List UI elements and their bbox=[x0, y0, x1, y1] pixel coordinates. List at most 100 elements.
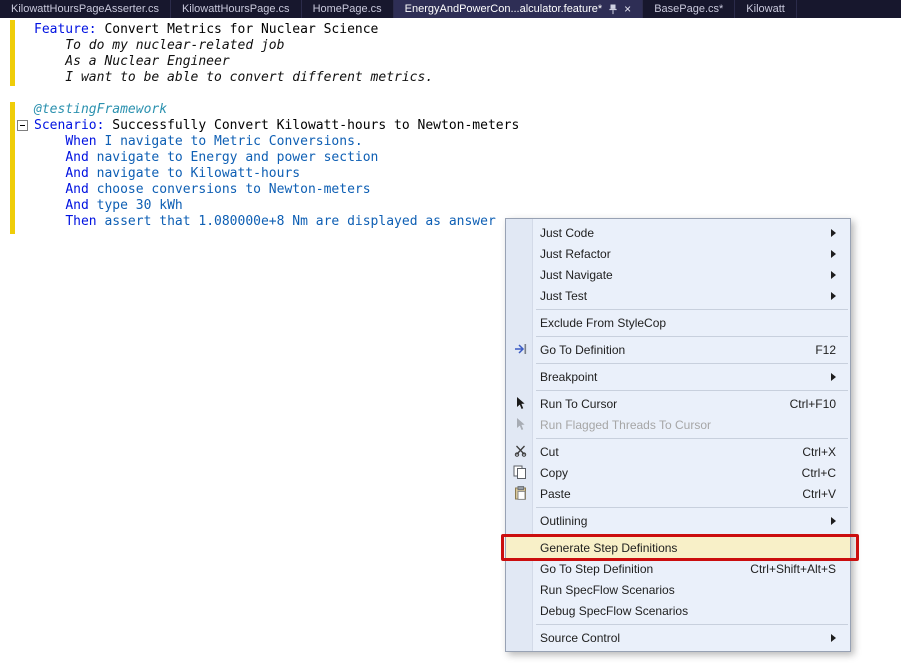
code-segment: Then bbox=[65, 214, 96, 229]
menu-item-exclude-from-stylecop[interactable]: Exclude From StyleCop bbox=[506, 312, 850, 333]
code-line: Scenario: Successfully Convert Kilowatt-… bbox=[34, 118, 519, 134]
menu-item-label: Go To Step Definition bbox=[540, 562, 653, 576]
paste-icon bbox=[512, 486, 528, 501]
change-tracking-bar bbox=[10, 20, 15, 86]
code-segment: When bbox=[65, 134, 96, 149]
close-icon[interactable]: × bbox=[624, 3, 631, 15]
menu-item-run-to-cursor[interactable]: Run To Cursor Ctrl+F10 bbox=[506, 393, 850, 414]
code-segment: I navigate to Metric Conversions. bbox=[97, 134, 363, 149]
change-tracking-bar bbox=[10, 102, 15, 234]
menu-item-source-control[interactable]: Source Control bbox=[506, 627, 850, 648]
code-line: When I navigate to Metric Conversions. bbox=[34, 134, 519, 150]
tab-label: Kilowatt bbox=[746, 3, 785, 15]
menu-item-go-to-definition[interactable]: Go To DefinitionF12 bbox=[506, 339, 850, 360]
menu-item-label: Run To Cursor bbox=[540, 397, 617, 411]
menu-item-generate-step-definitions[interactable]: Generate Step Definitions bbox=[506, 537, 850, 558]
menu-item-label: Debug SpecFlow Scenarios bbox=[540, 604, 688, 618]
menu-item-label: Just Test bbox=[540, 289, 587, 303]
run-flagged-threads-icon bbox=[512, 417, 528, 432]
menu-item-breakpoint[interactable]: Breakpoint bbox=[506, 366, 850, 387]
menu-item-label: Just Refactor bbox=[540, 247, 611, 261]
menu-item-just-navigate[interactable]: Just Navigate bbox=[506, 264, 850, 285]
code-line: And navigate to Energy and power section bbox=[34, 150, 519, 166]
code-segment: As a Nuclear Engineer bbox=[34, 54, 230, 69]
code-segment bbox=[34, 182, 65, 197]
submenu-arrow-icon bbox=[831, 373, 836, 381]
menu-item-cut[interactable]: Cut Ctrl+X bbox=[506, 441, 850, 462]
code-area: Feature: Convert Metrics for Nuclear Sci… bbox=[34, 22, 519, 230]
tab-kilowatthourspage-cs[interactable]: KilowattHoursPage.cs bbox=[171, 0, 302, 18]
menu-item-label: Exclude From StyleCop bbox=[540, 316, 666, 330]
copy-icon bbox=[512, 465, 528, 480]
tab-label: KilowattHoursPage.cs bbox=[182, 3, 290, 15]
code-segment: Successfully Convert Kilowatt-hours to N… bbox=[104, 118, 519, 133]
code-line: And type 30 kWh bbox=[34, 198, 519, 214]
menu-item-run-flagged-threads-to-cursor: Run Flagged Threads To Cursor bbox=[506, 414, 850, 435]
collapse-toggle-icon[interactable] bbox=[17, 120, 28, 131]
menu-item-outlining[interactable]: Outlining bbox=[506, 510, 850, 531]
menu-shortcut: Ctrl+F10 bbox=[790, 397, 836, 411]
code-segment: navigate to Energy and power section bbox=[89, 150, 379, 165]
menu-item-label: Just Navigate bbox=[540, 268, 613, 282]
code-segment: assert that 1.080000e+8 Nm are displayed… bbox=[97, 214, 496, 229]
menu-item-just-refactor[interactable]: Just Refactor bbox=[506, 243, 850, 264]
menu-item-label: Generate Step Definitions bbox=[540, 541, 677, 555]
code-line: As a Nuclear Engineer bbox=[34, 54, 519, 70]
code-line: @testingFramework bbox=[34, 102, 519, 118]
scissors-icon bbox=[512, 444, 528, 459]
code-line: I want to be able to convert different m… bbox=[34, 70, 519, 86]
code-line: Feature: Convert Metrics for Nuclear Sci… bbox=[34, 22, 519, 38]
code-segment: Feature: bbox=[34, 22, 97, 37]
code-segment bbox=[34, 198, 65, 213]
code-segment: Scenario: bbox=[34, 118, 104, 133]
submenu-arrow-icon bbox=[831, 634, 836, 642]
tab-homepage-cs[interactable]: HomePage.cs bbox=[302, 0, 394, 18]
tab-kilowatthourspageasserter-cs[interactable]: KilowattHoursPageAsserter.cs bbox=[0, 0, 171, 18]
menu-item-label: Paste bbox=[540, 487, 571, 501]
submenu-arrow-icon bbox=[831, 517, 836, 525]
menu-item-copy[interactable]: CopyCtrl+C bbox=[506, 462, 850, 483]
tab-bar: KilowattHoursPageAsserter.cs KilowattHour… bbox=[0, 0, 901, 18]
code-line: And choose conversions to Newton-meters bbox=[34, 182, 519, 198]
menu-item-just-code[interactable]: Just Code bbox=[506, 222, 850, 243]
menu-shortcut: Ctrl+X bbox=[802, 445, 836, 459]
menu-shortcut: Ctrl+C bbox=[802, 466, 836, 480]
go-to-definition-icon bbox=[512, 342, 528, 357]
code-segment: I want to be able to convert different m… bbox=[34, 70, 433, 85]
tab-energyandpowercon-alculator-feature[interactable]: EnergyAndPowerCon...alculator.feature* × bbox=[394, 0, 644, 18]
tab-kilowatt[interactable]: Kilowatt bbox=[735, 0, 797, 18]
menu-item-paste[interactable]: PasteCtrl+V bbox=[506, 483, 850, 504]
pin-icon[interactable] bbox=[609, 4, 617, 15]
code-segment: @testingFramework bbox=[34, 102, 167, 117]
menu-item-label: Just Code bbox=[540, 226, 594, 240]
menu-item-label: Outlining bbox=[540, 514, 587, 528]
run-to-cursor-icon bbox=[512, 396, 528, 411]
menu-item-label: Breakpoint bbox=[540, 370, 597, 384]
tab-label: BasePage.cs* bbox=[654, 3, 723, 15]
menu-item-run-specflow-scenarios[interactable]: Run SpecFlow Scenarios bbox=[506, 579, 850, 600]
submenu-arrow-icon bbox=[831, 229, 836, 237]
submenu-arrow-icon bbox=[831, 250, 836, 258]
code-line: Then assert that 1.080000e+8 Nm are disp… bbox=[34, 214, 519, 230]
menu-item-just-test[interactable]: Just Test bbox=[506, 285, 850, 306]
menu-item-label: Run Flagged Threads To Cursor bbox=[540, 418, 711, 432]
tab-label: EnergyAndPowerCon...alculator.feature* bbox=[405, 3, 603, 15]
code-segment: And bbox=[65, 150, 88, 165]
menu-item-label: Cut bbox=[540, 445, 559, 459]
menu-shortcut: Ctrl+Shift+Alt+S bbox=[750, 562, 836, 576]
code-segment: Convert Metrics for Nuclear Science bbox=[97, 22, 379, 37]
tab-label: HomePage.cs bbox=[313, 3, 382, 15]
code-line: And navigate to Kilowatt-hours bbox=[34, 166, 519, 182]
menu-item-label: Run SpecFlow Scenarios bbox=[540, 583, 675, 597]
code-segment bbox=[34, 166, 65, 181]
code-segment bbox=[34, 134, 65, 149]
tab-basepage-cs[interactable]: BasePage.cs* bbox=[643, 0, 735, 18]
submenu-arrow-icon bbox=[831, 271, 836, 279]
code-segment bbox=[34, 150, 65, 165]
menu-item-go-to-step-definition[interactable]: Go To Step Definition Ctrl+Shift+Alt+S bbox=[506, 558, 850, 579]
menu-item-label: Source Control bbox=[540, 631, 620, 645]
menu-item-debug-specflow-scenarios[interactable]: Debug SpecFlow Scenarios bbox=[506, 600, 850, 621]
code-segment: And bbox=[65, 198, 88, 213]
vs-editor-window: KilowattHoursPageAsserter.cs KilowattHour… bbox=[0, 0, 901, 667]
code-segment: And bbox=[65, 182, 88, 197]
